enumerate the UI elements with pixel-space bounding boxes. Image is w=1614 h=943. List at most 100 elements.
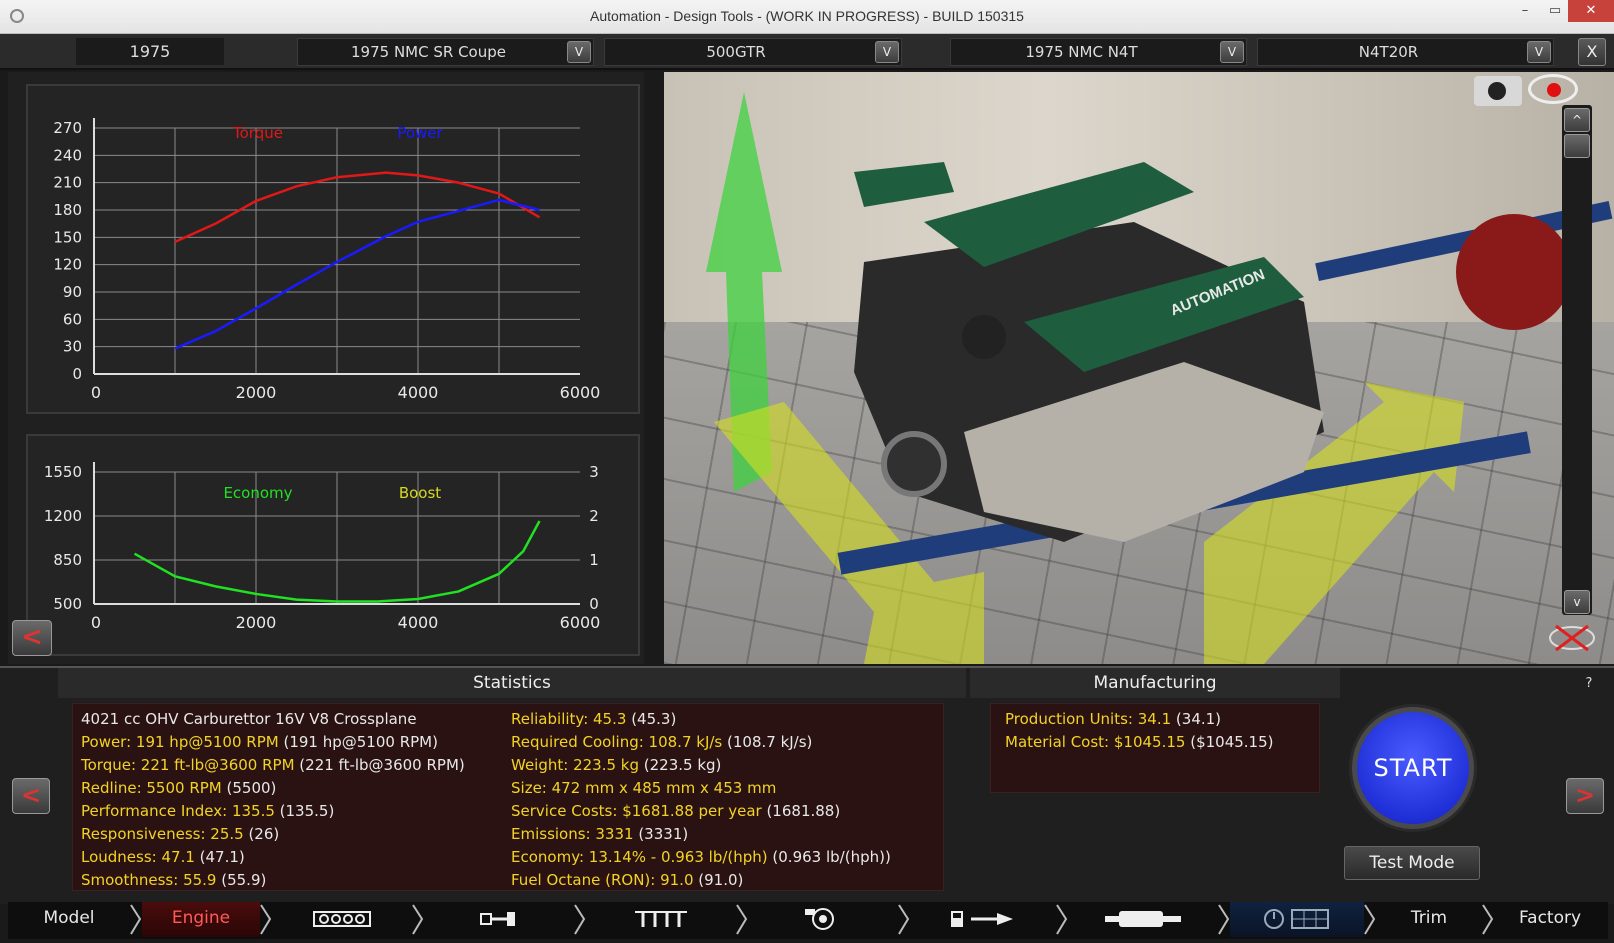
x-tick-label: 0 [91,613,101,632]
y-tick-label: 210 [53,174,82,192]
engine-family-select[interactable]: 1975 NMC N4T V [950,38,1247,66]
zoom-up-button[interactable]: ^ [1564,108,1590,132]
stat-smoothness: Smoothness: 55.9 (55.9) [81,871,267,889]
y-tick-label: 150 [53,228,82,246]
charts-panel: 270 240 210 180 150 120 90 60 30 0 0 2000 4000 6000 To… [8,72,644,664]
model-select-label: 1975 NMC SR Coupe [351,43,506,61]
tab-exhaust-icon[interactable] [1068,902,1218,937]
economy-boost-chart: 1550 1200 850 500 3 2 1 0 0 2000 4000 6000 Economy Bo… [26,434,640,656]
trim-select[interactable]: 500GTR V [604,38,902,66]
y-tick-label: 270 [53,119,82,137]
x-tick-label: 6000 [560,613,601,632]
engine-family-label: 1975 NMC N4T [1025,43,1138,61]
y-tick-label: 0 [72,365,82,383]
legend-boost: Boost [399,484,441,502]
tab-trim[interactable]: Trim [1376,902,1482,937]
eye-icon[interactable] [1528,74,1578,104]
previous-stage-button[interactable]: < [12,778,50,814]
tab-turbo-icon[interactable] [748,902,898,937]
stat-required-cooling: Required Cooling: 108.7 kJ/s (108.7 kJ/s… [511,733,813,751]
stat-engine-description: 4021 cc OHV Carburettor 16V V8 Crossplan… [81,710,417,728]
x-tick-label: 6000 [560,383,601,402]
x-tick-label: 2000 [236,613,277,632]
engine-render: AUTOMATION [706,92,1613,664]
y2-tick-label: 3 [589,463,599,481]
power-torque-chart: 270 240 210 180 150 120 90 60 30 0 0 2000 4000 6000 To… [26,84,640,414]
engine-variant-select[interactable]: N4T20R V [1257,38,1554,66]
stat-fuel-octane: Fuel Octane (RON): 91.0 (91.0) [511,871,744,889]
collapse-panel-button[interactable]: < [12,620,52,656]
economy-boost-chart-svg: 1550 1200 850 500 3 2 1 0 0 2000 4000 6000 Economy Bo… [44,462,601,632]
stat-size: Size: 472 mm x 485 mm x 453 mm [511,779,777,797]
crank-pulley [881,431,947,497]
stat-service-costs: Service Costs: $1681.88 per year (1681.8… [511,802,841,820]
manufacturing-box: Production Units: 34.1 (34.1) Material C… [990,703,1320,793]
close-designer-button[interactable]: X [1578,38,1606,66]
y2-tick-label: 2 [589,507,599,525]
tab-fuel-system-icon[interactable] [910,902,1056,937]
camera-icon[interactable] [1474,76,1522,106]
y-tick-label: 30 [63,338,82,356]
tab-model[interactable]: Model [8,902,130,937]
help-button[interactable]: ? [1574,672,1604,696]
x-tick-label: 4000 [398,383,439,402]
zoom-scrollbar[interactable] [1562,105,1592,615]
x-tick-label: 4000 [398,613,439,632]
stat-material-cost: Material Cost: $1045.15 ($1045.15) [1005,733,1274,751]
tab-block-icon[interactable] [272,902,412,937]
stat-production-units: Production Units: 34.1 (34.1) [1005,710,1222,728]
y-tick-label: 60 [63,310,82,328]
engine-3d-viewport[interactable]: AUTOMATION [664,72,1614,664]
trim-dropdown-button[interactable]: V [875,41,899,63]
manufacturing-header: Manufacturing [970,668,1340,698]
y-tick-label: 500 [53,595,82,613]
stat-emissions: Emissions: 3331 (3331) [511,825,689,843]
tab-valvetrain-icon[interactable] [586,902,736,937]
zoom-down-button[interactable]: v [1564,590,1590,614]
flywheel [1456,214,1572,330]
test-mode-button[interactable]: Test Mode [1344,846,1480,880]
zoom-handle[interactable] [1564,134,1590,158]
y-tick-label: 1200 [44,507,82,525]
y-tick-label: 850 [53,551,82,569]
tab-engine[interactable]: Engine [142,902,260,937]
y-tick-label: 90 [63,283,82,301]
stat-economy: Economy: 13.14% - 0.963 lb/(hph) (0.963 … [511,848,891,866]
intake-snorkel [854,162,954,207]
stat-torque: Torque: 221 ft-lb@3600 RPM (221 ft-lb@36… [81,756,465,774]
engine-family-dropdown-button[interactable]: V [1220,41,1244,63]
statistics-header: Statistics [58,668,966,698]
start-button[interactable]: START [1352,707,1474,829]
power-torque-chart-svg: 270 240 210 180 150 120 90 60 30 00 2000 4000 6000 To… [53,118,601,402]
stat-performance-index: Performance Index: 135.5 (135.5) [81,802,335,820]
tab-crank-icon[interactable] [424,902,574,937]
y-tick-label: 1550 [44,463,82,481]
stat-loudness: Loudness: 47.1 (47.1) [81,848,245,866]
model-dropdown-button[interactable]: V [567,41,591,63]
next-stage-button[interactable]: > [1566,778,1604,814]
tab-factory[interactable]: Factory [1494,902,1606,937]
x-tick-label: 0 [91,383,101,402]
window-title: Automation - Design Tools - (WORK IN PRO… [590,8,1024,24]
y2-tick-label: 0 [589,595,599,613]
trim-select-label: 500GTR [706,43,766,61]
minimize-button[interactable]: – [1510,0,1540,22]
hide-gizmo-icon[interactable] [1548,624,1596,652]
engine-variant-dropdown-button[interactable]: V [1527,41,1551,63]
year-display: 1975 [76,38,224,65]
legend-economy: Economy [223,484,292,502]
model-select[interactable]: 1975 NMC SR Coupe V [297,38,594,66]
distributor [962,315,1006,359]
legend-torque: Torque [232,124,283,142]
tab-engine-test-icon[interactable] [1230,902,1364,937]
statistics-box: 4021 cc OHV Carburettor 16V V8 Crossplan… [72,703,944,891]
x-tick-label: 2000 [236,383,277,402]
stat-redline: Redline: 5500 RPM (5500) [81,779,277,797]
legend-power: Power [397,124,443,142]
y-tick-label: 180 [53,201,82,219]
maximize-button[interactable]: ▭ [1540,0,1570,22]
selector-bar: 1975 1975 NMC SR Coupe V 500GTR V 1975 N… [0,34,1614,70]
stat-reliability: Reliability: 45.3 (45.3) [511,710,677,728]
close-window-button[interactable]: ✕ [1568,0,1614,22]
engine-variant-label: N4T20R [1358,43,1419,61]
